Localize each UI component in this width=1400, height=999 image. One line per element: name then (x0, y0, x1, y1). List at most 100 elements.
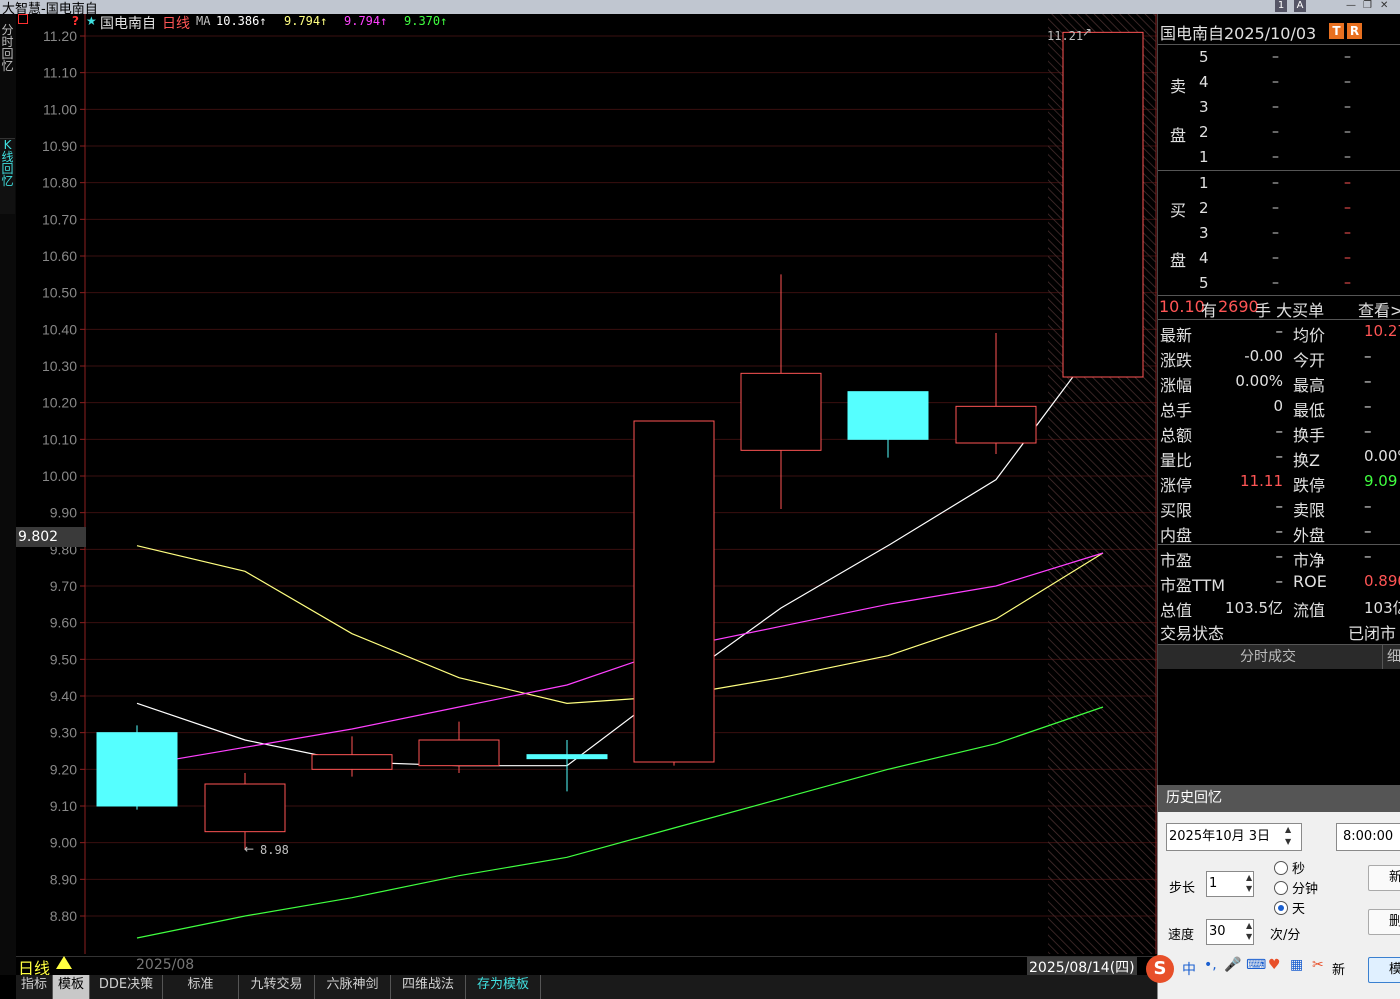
volume-dash: – (1344, 124, 1351, 140)
orderbook-row[interactable]: 2 – – (1158, 198, 1400, 220)
price-dash: – (1272, 250, 1279, 266)
mode-button[interactable]: 模 (1368, 957, 1400, 983)
grid-icon[interactable]: ▦ (1290, 957, 1303, 973)
big-order-link[interactable]: 查看> (1358, 297, 1400, 321)
bottom-tab-bar: 指标 模板 DDE决策 标准 九转交易 六脉神剑 四维战法 存为模板 (16, 975, 1157, 999)
font-icon[interactable]: A (1294, 0, 1306, 12)
field-label-left: 市盈TTM (1160, 576, 1226, 595)
field-value-left: 0 (1273, 397, 1283, 415)
new-button[interactable]: 新 (1368, 865, 1400, 891)
speed-spin-up-icon[interactable]: ▲ (1246, 921, 1252, 930)
radio-dot (1278, 905, 1284, 911)
tab-four-dim[interactable]: 四维战法 (391, 975, 466, 999)
stock-name: 国电南自 (100, 16, 156, 32)
y-tick-label: 8.90 (50, 871, 77, 887)
orderbook-row[interactable]: 3 – – (1158, 97, 1400, 119)
price-dash: – (1272, 49, 1279, 65)
big-order-mid: 有 (1201, 301, 1218, 320)
help-icon[interactable]: ? (72, 14, 79, 28)
volume-dash: – (1344, 99, 1351, 115)
favorite-star-icon[interactable]: ★ (86, 14, 97, 28)
kline-chart-panel[interactable]: 11.20 11.10 11.00 10.90 10.80 10.70 10.60 10.50… (16, 14, 1157, 956)
date-value: 2025年10月 3日 (1169, 829, 1271, 844)
time-picker[interactable]: 8:00:00 (1336, 823, 1400, 851)
radio-minute[interactable] (1274, 881, 1288, 895)
orderbook-row[interactable]: 4 – – (1158, 248, 1400, 270)
step-spin-down-icon[interactable]: ▼ (1246, 884, 1252, 893)
badge-t[interactable]: T (1329, 23, 1344, 39)
date-spin-down-icon[interactable]: ▼ (1285, 837, 1291, 846)
quote-field-row: 买限 – 卖限 – (1158, 495, 1400, 520)
radio-day[interactable] (1274, 901, 1288, 915)
orderbook-row[interactable]: 1 – – (1158, 147, 1400, 169)
low-price-annotation: 8.98 (260, 843, 289, 857)
orderbook-row[interactable]: 5 – – (1158, 47, 1400, 69)
y-tick-label: 10.60 (42, 248, 77, 264)
radio-second[interactable] (1274, 861, 1288, 875)
period-label[interactable]: 日线 (162, 13, 190, 33)
close-icon[interactable]: ✕ (1380, 0, 1388, 12)
punct-icon[interactable]: •, (1204, 957, 1217, 973)
step-spin-up-icon[interactable]: ▲ (1246, 873, 1252, 882)
tab-six-pulse[interactable]: 六脉神剑 (315, 975, 391, 999)
sogou-ime-icon[interactable]: S (1146, 955, 1174, 983)
candle-body (96, 732, 178, 807)
tab-nine-turn[interactable]: 九转交易 (239, 975, 315, 999)
delete-button-label: 删 (1389, 914, 1400, 929)
chart-menu-icon[interactable] (18, 14, 28, 24)
chart-bottom-bar: 日线 2025/08 2025/08/14(四) (16, 956, 1157, 978)
orderbook-row[interactable]: 2 – – (1158, 122, 1400, 144)
date-picker[interactable]: 2025年10月 3日 (1166, 823, 1302, 851)
delete-button[interactable]: 删 (1368, 909, 1400, 935)
candle-body (311, 754, 393, 770)
date-spin-up-icon[interactable]: ▲ (1285, 825, 1291, 834)
tool-icon[interactable]: ✂ (1312, 957, 1324, 973)
tab-standard[interactable]: 标准 (163, 975, 239, 999)
orderbook-row[interactable]: 3 – – (1158, 223, 1400, 245)
mic-icon[interactable]: 🎤 (1224, 957, 1241, 973)
ma2-value: 9.794↑ (284, 14, 328, 28)
tab-indicator[interactable]: 指标 (16, 975, 53, 999)
pin-icon[interactable]: 1 (1275, 0, 1287, 12)
orderbook-row[interactable]: 4 – – (1158, 72, 1400, 94)
field-value-left: 0.00% (1235, 372, 1283, 390)
orderbook-row[interactable]: 1 – – (1158, 173, 1400, 195)
tab-kline-recall-label: K线回忆 (1, 138, 14, 188)
field-value-right: 0.890% (1364, 572, 1400, 590)
tab-dde-label: DDE决策 (98, 977, 154, 992)
field-value-right: – (1364, 522, 1372, 540)
candle-body (418, 739, 500, 767)
ma3-value: 9.794↑ (344, 14, 388, 28)
mode-button-label: 模 (1389, 962, 1400, 977)
tab-minute-recall[interactable]: 分时回忆 (0, 24, 15, 96)
candle-body (526, 754, 608, 760)
ma4-value: 9.370↑ (404, 14, 448, 28)
badge-r[interactable]: R (1347, 23, 1362, 39)
quote-field-row: 涨幅 0.00% 最高 – (1158, 370, 1400, 395)
y-tick-label: 8.80 (50, 908, 77, 924)
tab-save-template[interactable]: 存为模板 (466, 975, 541, 999)
field-label-right: 均价 (1293, 326, 1326, 345)
field-value-left: – (1275, 547, 1284, 565)
warning-icon[interactable] (56, 956, 72, 969)
keyboard-icon[interactable]: ⌨ (1246, 957, 1266, 973)
tab-kline-recall[interactable]: K线回忆 (0, 138, 15, 214)
tab-dde[interactable]: DDE决策 (90, 975, 163, 999)
kline-chart[interactable]: 11.20 11.10 11.00 10.90 10.80 10.70 10.60 10.50… (16, 14, 1157, 956)
big-order-row[interactable]: 10.10 有 2690 手 大买单 查看> (1158, 296, 1400, 321)
high-price-annotation: 11.21 (1047, 29, 1084, 43)
minimize-icon[interactable]: — (1346, 0, 1356, 12)
price-dash: – (1272, 124, 1279, 140)
ime-new-label[interactable]: 新 (1332, 959, 1345, 978)
speed-spin-down-icon[interactable]: ▼ (1246, 932, 1252, 941)
tab-detail[interactable]: 细 (1382, 645, 1400, 669)
volume-dash: – (1344, 225, 1351, 241)
tab-minute-recall-label: 分时回忆 (1, 23, 14, 73)
level-number: 3 (1199, 224, 1209, 242)
tab-template[interactable]: 模板 (53, 975, 90, 999)
restore-icon[interactable]: ❐ (1363, 0, 1372, 12)
ime-mode[interactable]: 中 (1182, 959, 1196, 979)
orderbook-row[interactable]: 5 – – (1158, 273, 1400, 295)
skin-icon[interactable]: ♥ (1268, 957, 1281, 973)
tab-minute-trades[interactable]: 分时成交 (1158, 645, 1378, 669)
